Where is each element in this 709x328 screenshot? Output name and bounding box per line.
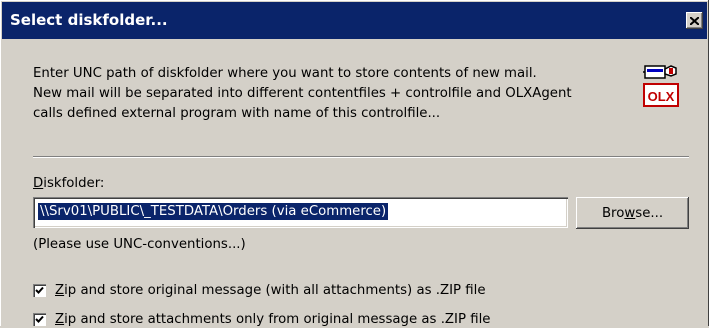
zip-attachments-text: ip and store attachments only from origi… — [64, 311, 491, 327]
olx-icon-text: OLX — [648, 89, 675, 104]
browse-label-after: se... — [635, 205, 664, 221]
intro-text: Enter UNC path of diskfolder where you w… — [33, 64, 593, 124]
zip-original-checkbox[interactable] — [33, 283, 46, 297]
diskfolder-label-rest: iskfolder: — [43, 176, 105, 191]
zip-attachments-accel: Z — [55, 311, 65, 327]
checkmark-icon — [35, 286, 44, 294]
unc-hint: (Please use UNC-conventions...) — [33, 237, 246, 252]
intro-line: Enter UNC path of diskfolder where you w… — [33, 66, 537, 81]
browse-label-before: Bro — [601, 205, 625, 221]
dialog-title: Select diskfolder... — [10, 11, 168, 29]
zip-original-label: Zip and store original message (with all… — [55, 283, 486, 298]
zip-original-text: ip and store original message (with all … — [64, 282, 486, 298]
diskfolder-label: Diskfolder: — [33, 176, 104, 191]
diskfolder-input-value[interactable]: \\Srv01\PUBLIC\_TESTDATA\Orders (via eCo… — [38, 203, 389, 220]
browse-label-accel: w — [624, 205, 636, 221]
zip-attachments-label: Zip and store attachments only from orig… — [55, 312, 490, 327]
zip-attachments-checkbox[interactable] — [33, 312, 46, 326]
intro-line: calls defined external program with name… — [33, 106, 441, 121]
title-bar[interactable]: Select diskfolder... — [2, 2, 707, 39]
close-button[interactable] — [686, 12, 703, 29]
olx-icon: OLX — [643, 65, 679, 107]
zip-original-accel: Z — [55, 282, 65, 298]
select-diskfolder-dialog: Select diskfolder... Enter UNC path of d… — [0, 0, 709, 328]
intro-line: New mail will be separated into differen… — [33, 86, 572, 101]
zip-original-option[interactable]: Zip and store original message (with all… — [33, 281, 486, 299]
separator — [33, 156, 689, 158]
browse-button[interactable]: Bro w se... — [576, 197, 689, 229]
close-icon — [690, 16, 699, 25]
diskfolder-label-accel: D — [33, 176, 44, 191]
zip-attachments-option[interactable]: Zip and store attachments only from orig… — [33, 310, 490, 328]
checkmark-icon — [35, 315, 44, 323]
diskfolder-input[interactable]: \\Srv01\PUBLIC\_TESTDATA\Orders (via eCo… — [33, 197, 568, 228]
